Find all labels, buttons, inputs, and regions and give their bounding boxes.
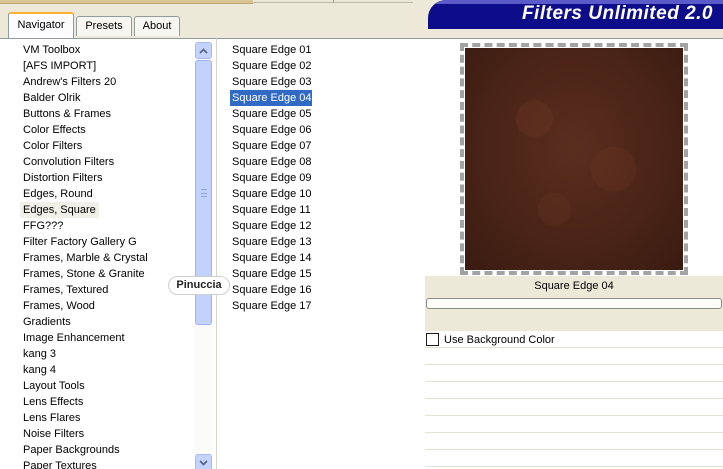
filter-item[interactable]: Square Edge 10: [230, 186, 314, 202]
category-item[interactable]: Edges, Round: [20, 186, 196, 202]
category-item[interactable]: Frames, Marble & Crystal: [20, 250, 196, 266]
filter-item[interactable]: Square Edge 06: [230, 122, 314, 138]
options-row: [425, 433, 723, 450]
filter-item[interactable]: Square Edge 02: [230, 58, 314, 74]
options-panel: Use Background Color: [425, 331, 723, 469]
category-panel: VM Toolbox [AFS IMPORT] Andrew's Filters 2…: [0, 38, 216, 469]
filter-item[interactable]: Square Edge 05: [230, 106, 314, 122]
app-title: Filters Unlimited 2.0: [521, 3, 713, 24]
tab-presets[interactable]: Presets: [76, 16, 132, 36]
category-item[interactable]: Gradients: [20, 314, 196, 330]
filter-item[interactable]: Square Edge 03: [230, 74, 314, 90]
category-item[interactable]: Balder Olrik: [20, 90, 196, 106]
category-item[interactable]: Frames, Wood: [20, 298, 196, 314]
category-item[interactable]: Andrew's Filters 20: [20, 74, 196, 90]
options-row: [425, 365, 723, 382]
chevron-down-icon: [199, 459, 208, 466]
watermark: Pinuccia: [168, 276, 230, 295]
progress-bar: [426, 298, 722, 309]
app-banner: Filters Unlimited 2.0: [428, 0, 723, 29]
filter-item[interactable]: Square Edge 16: [230, 282, 314, 298]
category-item[interactable]: [AFS IMPORT]: [20, 58, 196, 74]
filter-item[interactable]: Square Edge 07: [230, 138, 314, 154]
options-row: [425, 450, 723, 467]
chevron-up-icon: [199, 47, 208, 54]
tab-about[interactable]: About: [134, 16, 180, 36]
category-item[interactable]: Paper Backgrounds: [20, 442, 196, 458]
category-item[interactable]: Paper Textures: [20, 458, 196, 469]
preview-caption-bar: Square Edge 04: [425, 276, 723, 297]
filter-item[interactable]: Square Edge 17: [230, 298, 314, 314]
category-item[interactable]: kang 4: [20, 362, 196, 378]
category-item[interactable]: Lens Flares: [20, 410, 196, 426]
use-background-color-label: Use Background Color: [444, 333, 555, 346]
window-edge-right: [253, 0, 413, 3]
filter-item[interactable]: Square Edge 04: [230, 90, 312, 106]
category-item[interactable]: kang 3: [20, 346, 196, 362]
category-item[interactable]: Noise Filters: [20, 426, 196, 442]
category-list[interactable]: VM Toolbox [AFS IMPORT] Andrew's Filters 2…: [20, 42, 196, 469]
category-item[interactable]: FFG???: [20, 218, 196, 234]
category-item[interactable]: Image Enhancement: [20, 330, 196, 346]
window-edge-left: [0, 0, 253, 4]
filter-panel: Square Edge 01 Square Edge 02 Square Edge …: [216, 38, 420, 469]
filter-list[interactable]: Square Edge 01 Square Edge 02 Square Edge …: [230, 42, 314, 314]
options-row: [425, 399, 723, 416]
options-row: [425, 416, 723, 433]
filter-item[interactable]: Square Edge 11: [230, 202, 314, 218]
category-item[interactable]: Layout Tools: [20, 378, 196, 394]
category-item[interactable]: Filter Factory Gallery G: [20, 234, 196, 250]
category-item[interactable]: Convolution Filters: [20, 154, 196, 170]
tab-navigator[interactable]: Navigator: [8, 12, 74, 38]
category-item[interactable]: VM Toolbox: [20, 42, 196, 58]
options-row: [425, 348, 723, 365]
filter-item[interactable]: Square Edge 13: [230, 234, 314, 250]
filter-item[interactable]: Square Edge 15: [230, 266, 314, 282]
filter-item[interactable]: Square Edge 08: [230, 154, 314, 170]
category-item[interactable]: Color Effects: [20, 122, 196, 138]
scroll-up-button[interactable]: [195, 42, 212, 59]
category-scrollbar[interactable]: [195, 42, 212, 469]
grip-icon: [201, 189, 207, 197]
filter-item[interactable]: Square Edge 09: [230, 170, 314, 186]
options-row: [425, 382, 723, 399]
preview-caption: Square Edge 04: [534, 280, 614, 292]
preview-area: [460, 43, 688, 275]
use-background-color-checkbox[interactable]: [426, 333, 439, 346]
use-background-color-option[interactable]: Use Background Color: [425, 331, 555, 348]
filter-item[interactable]: Square Edge 14: [230, 250, 314, 266]
scroll-down-button[interactable]: [195, 454, 212, 469]
category-item[interactable]: Distortion Filters: [20, 170, 196, 186]
category-item[interactable]: Edges, Square: [20, 202, 99, 218]
category-item[interactable]: Buttons & Frames: [20, 106, 196, 122]
category-item[interactable]: Lens Effects: [20, 394, 196, 410]
tab-strip: Navigator Presets About Filters Unlimite…: [0, 0, 723, 38]
preview-image: [465, 48, 683, 270]
progress-area: [425, 297, 723, 331]
category-item[interactable]: Color Filters: [20, 138, 196, 154]
filter-item[interactable]: Square Edge 01: [230, 42, 314, 58]
filter-item[interactable]: Square Edge 12: [230, 218, 314, 234]
